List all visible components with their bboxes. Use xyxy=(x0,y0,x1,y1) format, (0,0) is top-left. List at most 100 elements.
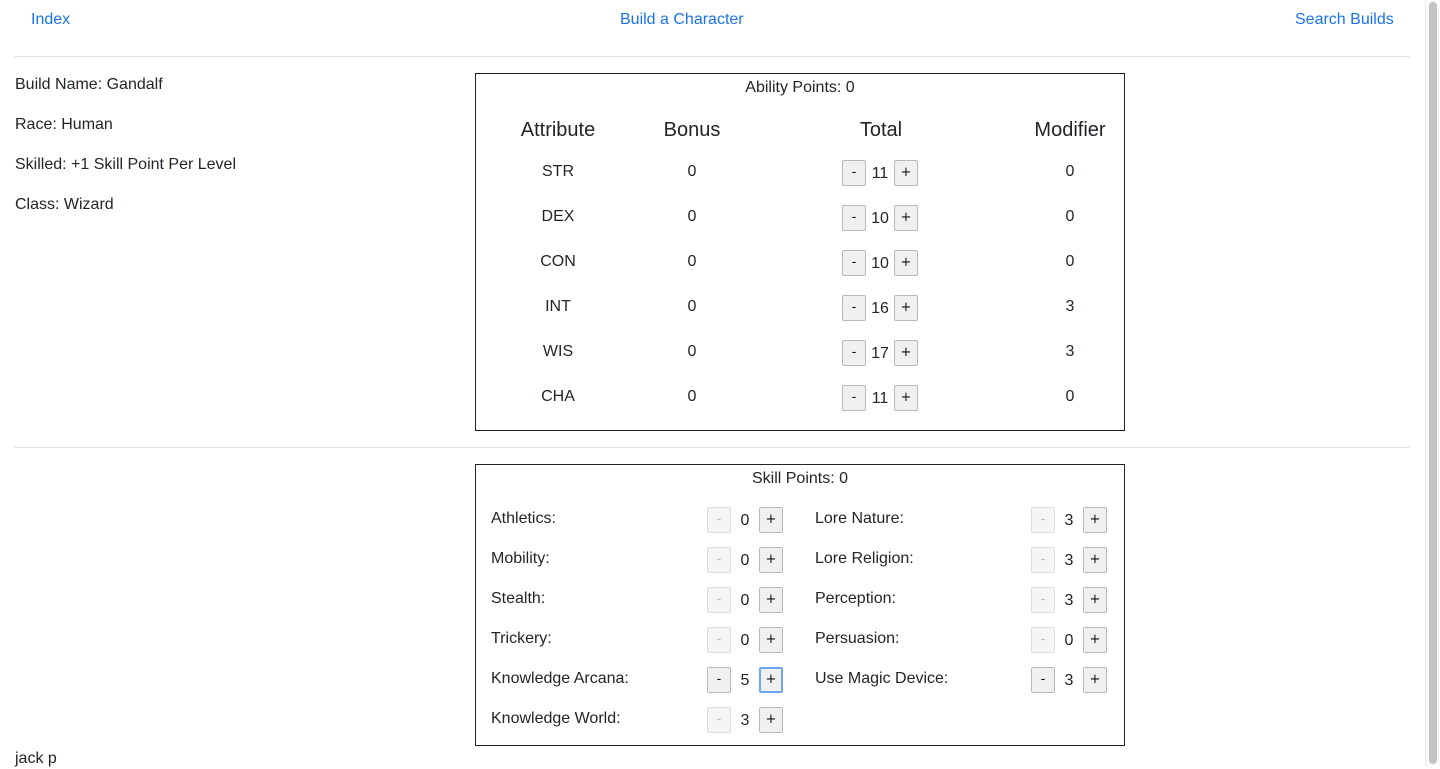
trickery-decrease-button[interactable]: - xyxy=(707,627,731,653)
attribute-total: 11 xyxy=(871,390,889,407)
race-feature: Skilled: +1 Skill Point Per Level xyxy=(15,156,236,173)
attribute-bonus: 0 xyxy=(687,298,697,315)
attribute-name: DEX xyxy=(541,208,575,225)
wis-increase-button[interactable]: + xyxy=(894,340,918,366)
skill-label: Lore Nature: xyxy=(815,510,904,527)
attribute-modifier: 0 xyxy=(1065,163,1075,180)
knowledge-arcana-increase-button[interactable]: + xyxy=(759,667,783,693)
attribute-bonus: 0 xyxy=(687,253,697,270)
attribute-total: 10 xyxy=(871,255,889,272)
attribute-modifier: 3 xyxy=(1065,298,1075,315)
str-increase-button[interactable]: + xyxy=(894,160,918,186)
build-race: Race: Human xyxy=(15,116,113,133)
skill-label: Knowledge World: xyxy=(491,710,621,727)
cha-decrease-button[interactable]: - xyxy=(842,385,866,411)
stealth-decrease-button[interactable]: - xyxy=(707,587,731,613)
attribute-total: 11 xyxy=(871,165,889,182)
nav-link-build-character[interactable]: Build a Character xyxy=(620,10,744,30)
knowledge-world-increase-button[interactable]: + xyxy=(759,707,783,733)
skill-label: Persuasion: xyxy=(815,630,900,647)
build-name: Build Name: Gandalf xyxy=(15,76,163,93)
attribute-bonus: 0 xyxy=(687,343,697,360)
header-attribute: Attribute xyxy=(520,119,596,141)
attribute-bonus: 0 xyxy=(687,163,697,180)
skills-panel: Skill Points: 0 Athletics: -0 + Mobility: -0… xyxy=(475,464,1125,746)
ability-points-title: Ability Points: 0 xyxy=(745,79,855,96)
attribute-total: 17 xyxy=(871,345,889,362)
attribute-modifier: 0 xyxy=(1065,253,1075,270)
skill-value: 3 xyxy=(740,712,750,729)
athletics-decrease-button[interactable]: - xyxy=(707,507,731,533)
mobility-decrease-button[interactable]: - xyxy=(707,547,731,573)
skill-value: 0 xyxy=(740,592,750,609)
skill-value: 3 xyxy=(1064,672,1074,689)
cha-increase-button[interactable]: + xyxy=(894,385,918,411)
use-magic-device-decrease-button[interactable]: - xyxy=(1031,667,1055,693)
skill-value: 0 xyxy=(740,512,750,529)
page-scrollbar[interactable] xyxy=(1425,0,1440,766)
skill-label: Stealth: xyxy=(491,590,546,607)
skill-label: Perception: xyxy=(815,590,896,607)
skill-value: 0 xyxy=(740,632,750,649)
skill-value: 0 xyxy=(740,552,750,569)
nav-link-search-builds[interactable]: Search Builds xyxy=(1295,10,1394,30)
mobility-increase-button[interactable]: + xyxy=(759,547,783,573)
attribute-name: CON xyxy=(540,253,576,270)
use-magic-device-increase-button[interactable]: + xyxy=(1083,667,1107,693)
con-decrease-button[interactable]: - xyxy=(842,250,866,276)
skill-label: Knowledge Arcana: xyxy=(491,670,629,687)
dex-increase-button[interactable]: + xyxy=(894,205,918,231)
skill-value: 5 xyxy=(740,672,750,689)
nav-link-index[interactable]: Index xyxy=(31,10,70,30)
int-increase-button[interactable]: + xyxy=(894,295,918,321)
skill-points-title: Skill Points: 0 xyxy=(751,470,849,487)
dex-decrease-button[interactable]: - xyxy=(842,205,866,231)
lore-religion-decrease-button[interactable]: - xyxy=(1031,547,1055,573)
int-decrease-button[interactable]: - xyxy=(842,295,866,321)
lore-religion-increase-button[interactable]: + xyxy=(1083,547,1107,573)
attribute-bonus: 0 xyxy=(687,208,697,225)
trickery-increase-button[interactable]: + xyxy=(759,627,783,653)
header-modifier: Modifier xyxy=(1034,119,1106,141)
skill-label: Trickery: xyxy=(491,630,552,647)
knowledge-world-decrease-button[interactable]: - xyxy=(707,707,731,733)
top-nav: Index Build a Character Search Builds xyxy=(0,0,1425,40)
skill-value: 3 xyxy=(1064,592,1074,609)
knowledge-arcana-decrease-button[interactable]: - xyxy=(707,667,731,693)
perception-decrease-button[interactable]: - xyxy=(1031,587,1055,613)
wis-decrease-button[interactable]: - xyxy=(842,340,866,366)
attribute-modifier: 3 xyxy=(1065,343,1075,360)
footer-author: jack p xyxy=(15,750,57,767)
nav-divider xyxy=(14,56,1410,57)
attribute-total: 16 xyxy=(871,300,889,317)
skill-label: Athletics: xyxy=(491,510,556,527)
header-bonus: Bonus xyxy=(663,119,721,141)
attribute-bonus: 0 xyxy=(687,388,697,405)
skill-value: 3 xyxy=(1064,552,1074,569)
lore-nature-decrease-button[interactable]: - xyxy=(1031,507,1055,533)
ability-panel: Ability Points: 0 Attribute Bonus Total … xyxy=(475,73,1125,431)
attribute-name: INT xyxy=(545,298,571,315)
persuasion-increase-button[interactable]: + xyxy=(1083,627,1107,653)
attribute-total: 10 xyxy=(871,210,889,227)
con-increase-button[interactable]: + xyxy=(894,250,918,276)
athletics-increase-button[interactable]: + xyxy=(759,507,783,533)
attribute-modifier: 0 xyxy=(1065,208,1075,225)
skill-value: 0 xyxy=(1064,632,1074,649)
header-total: Total xyxy=(859,119,903,141)
build-class: Class: Wizard xyxy=(15,196,114,213)
scrollbar-thumb[interactable] xyxy=(1429,2,1437,764)
persuasion-decrease-button[interactable]: - xyxy=(1031,627,1055,653)
perception-increase-button[interactable]: + xyxy=(1083,587,1107,613)
lore-nature-increase-button[interactable]: + xyxy=(1083,507,1107,533)
skill-value: 3 xyxy=(1064,512,1074,529)
section-divider xyxy=(14,447,1410,448)
build-info: Build Name: Gandalf Race: Human Skilled:… xyxy=(15,75,236,235)
attribute-name: STR xyxy=(542,163,574,180)
attribute-modifier: 0 xyxy=(1065,388,1075,405)
attribute-name: WIS xyxy=(542,343,574,360)
str-decrease-button[interactable]: - xyxy=(842,160,866,186)
attribute-name: CHA xyxy=(541,388,575,405)
skill-label: Lore Religion: xyxy=(815,550,914,567)
stealth-increase-button[interactable]: + xyxy=(759,587,783,613)
